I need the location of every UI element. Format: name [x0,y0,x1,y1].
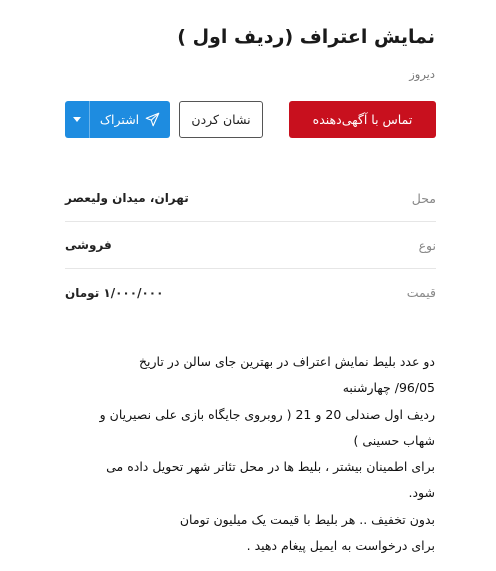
description-line: شهاب حسینی ) [353,432,435,448]
ad-description: دو عدد بلیط نمایش اعتراف در بهترین جای س… [52,349,435,559]
description-line: ردیف اول صندلی 20 و 21 ( روبروی جایگاه ب… [99,406,435,422]
location-label: محل [411,190,436,206]
description-line: بدون تخفیف .. هر بلیط با قیمت یک میلیون … [179,511,435,527]
share-label: اشتراک [99,112,140,127]
price-value: ۱/۰۰۰/۰۰۰ تومان [65,285,164,300]
share-button-group: اشتراک [65,101,170,138]
description-line: برای درخواست به ایمیل پیغام دهید . [246,538,435,554]
type-value: فروشی [65,238,112,252]
description-line: 96/05/ چهارشنبه [342,380,435,396]
location-value: تهران، میدان ولیعصر [65,191,189,205]
description-line: دو عدد بلیط نمایش اعتراف در بهترین جای س… [138,354,435,369]
contact-advertiser-button[interactable]: تماس با آگهی‌دهنده [289,101,436,138]
type-label: نوع [418,237,436,253]
description-line: شود. [408,485,435,501]
posted-time: دیروز [409,67,435,81]
bookmark-button[interactable]: نشان کردن [179,101,263,138]
page-title: نمایش اعتراف (ردیف اول ) [177,26,435,48]
detail-row-location: محل تهران، میدان ولیعصر [65,175,436,222]
price-label: قیمت [406,285,436,300]
caret-down-icon [73,117,81,122]
share-dropdown-toggle[interactable] [65,101,90,138]
description-line: برای اطمینان بیشتر ، بلیط ها در محل تئات… [106,459,435,475]
detail-row-price: قیمت ۱/۰۰۰/۰۰۰ تومان [65,269,436,316]
paper-plane-icon [145,112,160,127]
share-button[interactable]: اشتراک [90,101,170,138]
detail-row-type: نوع فروشی [65,222,436,269]
